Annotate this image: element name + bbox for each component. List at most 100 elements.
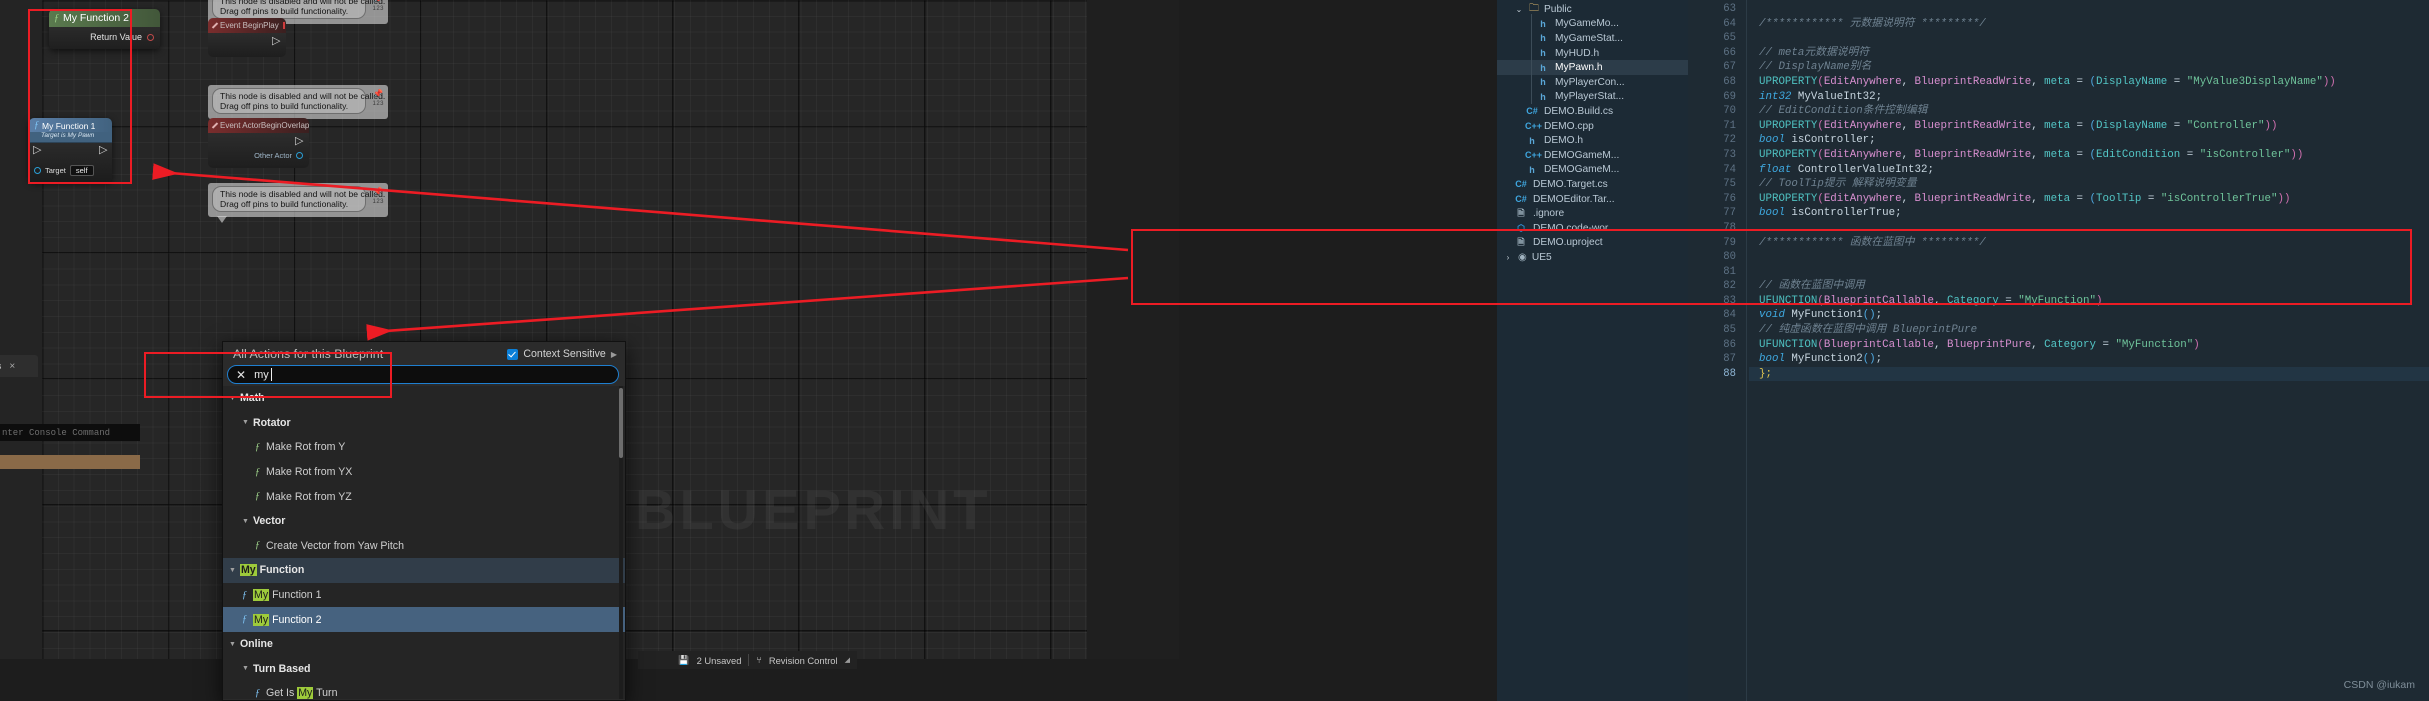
details-panel-tab[interactable]: ts × [0, 355, 38, 377]
event-delegate-pin-icon[interactable] [282, 22, 285, 29]
code-line[interactable]: UPROPERTY(EditAnywhere, BlueprintReadWri… [1749, 119, 2429, 134]
explorer-item[interactable]: 🗎 .ignore [1497, 206, 1688, 221]
target-pin-row[interactable]: Target self [34, 165, 107, 176]
revision-control-label[interactable]: Revision Control [769, 655, 838, 666]
chevron-down-icon[interactable]: ▼ [242, 665, 249, 672]
action-row[interactable]: ƒ My Function 2 [223, 607, 625, 632]
target-value-field[interactable]: self [69, 165, 94, 176]
action-row[interactable]: ƒ Make Rot from YX [223, 460, 625, 485]
code-line[interactable] [1749, 221, 2429, 236]
explorer-item[interactable]: h DEMO.h [1497, 133, 1688, 148]
code-line[interactable]: UPROPERTY(EditAnywhere, BlueprintReadWri… [1749, 148, 2429, 163]
chevron-down-icon[interactable]: ⌄ [1514, 5, 1524, 14]
node-event-begin-play[interactable]: Event BeginPlay [208, 18, 286, 57]
explorer-item[interactable]: h MyGameStat... [1497, 31, 1688, 46]
explorer-item[interactable]: h MyPlayerStat... [1497, 90, 1688, 105]
code-line[interactable]: UFUNCTION(BlueprintCallable, BlueprintPu… [1749, 338, 2429, 353]
chevron-down-icon[interactable]: ▼ [229, 641, 236, 648]
code-line[interactable]: int32 MyValueInt32; [1749, 90, 2429, 105]
node-my-function-1[interactable]: ƒ My Function 1 Target is My Pawn Target… [29, 118, 112, 182]
code-line[interactable]: /************ 函数在蓝图中 *********/ [1749, 236, 2429, 251]
other-actor-pin-icon[interactable] [296, 152, 303, 159]
context-sensitive-toggle[interactable]: Context Sensitive ▶ [507, 348, 617, 360]
code-line[interactable]: UPROPERTY(EditAnywhere, BlueprintReadWri… [1749, 192, 2429, 207]
code-line[interactable] [1749, 265, 2429, 280]
checkbox-icon[interactable] [507, 348, 519, 360]
actions-list[interactable]: ▼ Math ▼ Rotator ƒ Make Rot from Yƒ Make Rot f… [223, 386, 625, 699]
code-line[interactable]: // meta元数据说明符 [1749, 46, 2429, 61]
pin-icon[interactable]: 📌 [373, 0, 383, 3]
exec-in-pin-icon[interactable] [33, 143, 41, 158]
code-editor-content[interactable]: /************ 元数据说明符 *********/ // meta元… [1749, 0, 2429, 701]
exec-pin-row[interactable] [33, 143, 107, 158]
explorer-item[interactable]: › ◉ UE5 [1497, 250, 1688, 265]
exec-out-pin-icon[interactable] [272, 34, 280, 49]
explorer-item[interactable]: C# DEMO.Build.cs [1497, 104, 1688, 119]
action-row[interactable]: ƒ Make Rot from Y [223, 435, 625, 460]
node-my-function-2[interactable]: ƒ My Function 2 Return Value [49, 9, 160, 49]
close-icon[interactable]: × [9, 361, 15, 372]
return-value-pin-icon[interactable] [147, 33, 154, 41]
code-line[interactable] [1749, 31, 2429, 46]
exec-out-row[interactable] [214, 134, 303, 149]
code-line[interactable]: bool isController; [1749, 133, 2429, 148]
explorer-item[interactable]: h MyGameMo... [1497, 17, 1688, 32]
explorer-item[interactable]: 🗎 DEMO.uproject [1497, 236, 1688, 251]
action-row[interactable]: ƒ My Function 1 [223, 583, 625, 608]
explorer-item[interactable]: C# DEMO.Target.cs [1497, 177, 1688, 192]
explorer-item[interactable]: h MyHUD.h [1497, 46, 1688, 61]
action-row[interactable]: ▼ Vector [223, 509, 625, 534]
code-line[interactable]: float ControllerValueInt32; [1749, 163, 2429, 178]
explorer-item[interactable]: ⌄ 🗀 Public [1497, 2, 1688, 17]
exec-out-row[interactable] [214, 34, 280, 49]
clear-search-icon[interactable]: ✕ [236, 369, 246, 381]
action-row[interactable]: ▼ My Function [223, 558, 625, 583]
all-actions-menu[interactable]: All Actions for this Blueprint Context S… [222, 341, 626, 701]
code-line[interactable]: bool MyFunction2(); [1749, 352, 2429, 367]
explorer-item[interactable]: ⬡ DEMO.code-wor... [1497, 221, 1688, 236]
pin-icon[interactable]: 📌 [373, 89, 383, 98]
pin-icon[interactable]: 📌 [373, 187, 383, 196]
other-actor-pin-row[interactable]: Other Actor [214, 151, 303, 160]
action-row[interactable]: ▼ Math [223, 386, 625, 411]
chevron-right-icon[interactable]: › [1503, 253, 1513, 262]
code-line[interactable] [1749, 2, 2429, 17]
code-line[interactable]: /************ 元数据说明符 *********/ [1749, 17, 2429, 32]
numeric-icon[interactable]: 123 [372, 199, 384, 205]
code-line[interactable]: // DisplayName别名 [1749, 60, 2429, 75]
exec-out-pin-icon[interactable] [295, 134, 303, 149]
action-row[interactable]: ▼ Turn Based [223, 657, 625, 682]
action-row[interactable]: ▼ Rotator [223, 411, 625, 436]
chevron-down-icon[interactable]: ◢ [845, 656, 850, 664]
chevron-down-icon[interactable]: ▼ [242, 518, 249, 525]
explorer-item[interactable]: C++ DEMO.cpp [1497, 119, 1688, 134]
explorer-item[interactable]: h MyPlayerCon... [1497, 75, 1688, 90]
exec-out-pin-icon[interactable] [99, 143, 107, 158]
return-value-pin-row[interactable]: Return Value [55, 32, 154, 42]
chevron-down-icon[interactable]: ▼ [229, 395, 236, 402]
numeric-icon[interactable]: 123 [372, 101, 384, 107]
chevron-right-icon[interactable]: ▶ [611, 350, 617, 359]
actions-scrollbar-thumb[interactable] [619, 388, 623, 458]
numeric-icon[interactable]: 123 [372, 6, 384, 12]
save-icon[interactable]: 💾 [678, 655, 689, 666]
action-row[interactable]: ƒ Make Rot from YZ [223, 484, 625, 509]
explorer-item[interactable]: h MyPawn.h [1497, 60, 1688, 75]
explorer-item[interactable]: h DEMOGameM... [1497, 163, 1688, 178]
code-line[interactable]: // EditCondition条件控制编辑 [1749, 104, 2429, 119]
code-line[interactable]: void MyFunction1(); [1749, 308, 2429, 323]
explorer-item[interactable]: C++ DEMOGameM... [1497, 148, 1688, 163]
chevron-down-icon[interactable]: ▼ [242, 419, 249, 426]
action-row[interactable]: ▼ Online [223, 632, 625, 657]
code-line[interactable]: }; [1749, 366, 2429, 382]
code-line[interactable]: UPROPERTY(EditAnywhere, BlueprintReadWri… [1749, 75, 2429, 90]
vscode-explorer-panel[interactable]: ⌄ 🗀 Public h MyGameMo... h MyGameStat... h MyHUD… [1497, 0, 1688, 701]
search-input[interactable]: my [254, 367, 272, 381]
target-pin-icon[interactable] [34, 167, 41, 174]
action-row[interactable]: ƒ Get Is My Turn [223, 681, 625, 699]
code-line[interactable]: // 纯虚函数在蓝图中调用 BlueprintPure [1749, 323, 2429, 338]
code-line[interactable]: // 函数在蓝图中调用 [1749, 279, 2429, 294]
explorer-item[interactable]: C# DEMOEditor.Tar... [1497, 192, 1688, 207]
actions-search-box[interactable]: ✕ my [227, 365, 619, 384]
code-line[interactable]: bool isControllerTrue; [1749, 206, 2429, 221]
